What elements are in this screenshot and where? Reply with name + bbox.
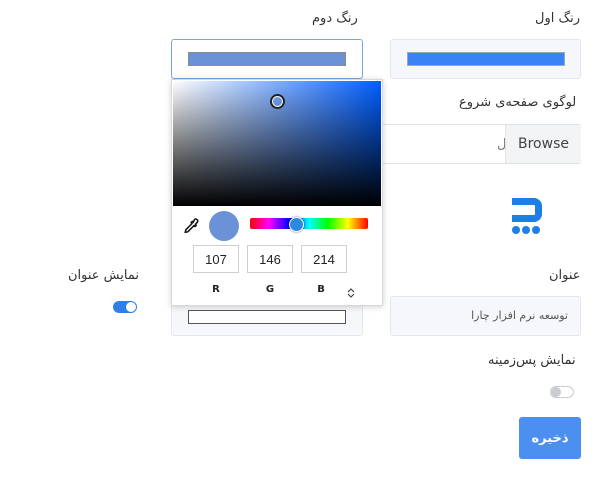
toggle-knob xyxy=(126,302,136,312)
hue-slider[interactable] xyxy=(250,218,368,229)
toggle-knob xyxy=(551,387,561,397)
hidden-color-swatch xyxy=(188,310,346,324)
second-color-swatch xyxy=(188,52,346,66)
chara-logo-icon xyxy=(509,195,545,237)
first-color-field[interactable] xyxy=(390,39,581,79)
show-background-toggle[interactable] xyxy=(550,386,574,398)
saturation-value-cursor[interactable] xyxy=(270,94,285,109)
red-label: R xyxy=(212,284,220,295)
first-color-swatch xyxy=(407,52,565,66)
blue-input[interactable]: 214 xyxy=(301,245,347,273)
first-color-label: رنگ اول xyxy=(535,11,580,26)
second-color-field[interactable] xyxy=(171,39,363,79)
green-input[interactable]: 146 xyxy=(247,245,293,273)
show-background-label: نمایش پس‌زمینه xyxy=(488,353,576,368)
up-down-arrows-icon[interactable] xyxy=(347,283,355,298)
start-logo-label: لوگوی صفحه‌ی شروع xyxy=(459,95,577,110)
second-color-label: رنگ دوم xyxy=(312,11,358,26)
show-title-label: نمایش عنوان xyxy=(68,268,139,283)
browse-button[interactable]: Browse xyxy=(505,125,581,163)
eyedropper-icon[interactable] xyxy=(182,217,200,235)
show-title-toggle[interactable] xyxy=(113,301,137,313)
blue-label: B xyxy=(317,284,325,295)
start-logo-file-input[interactable]: ل Browse xyxy=(362,124,581,164)
color-picker-popup: 107 146 214 R G B xyxy=(171,79,383,306)
red-input[interactable]: 107 xyxy=(193,245,239,273)
green-label: G xyxy=(265,284,275,295)
title-label: عنوان xyxy=(549,268,581,283)
save-button[interactable]: ذخیره xyxy=(519,417,581,459)
title-input[interactable]: توسعه نرم افزار چارا xyxy=(390,296,581,336)
hue-slider-thumb[interactable] xyxy=(289,217,304,232)
color-preview xyxy=(209,211,239,241)
